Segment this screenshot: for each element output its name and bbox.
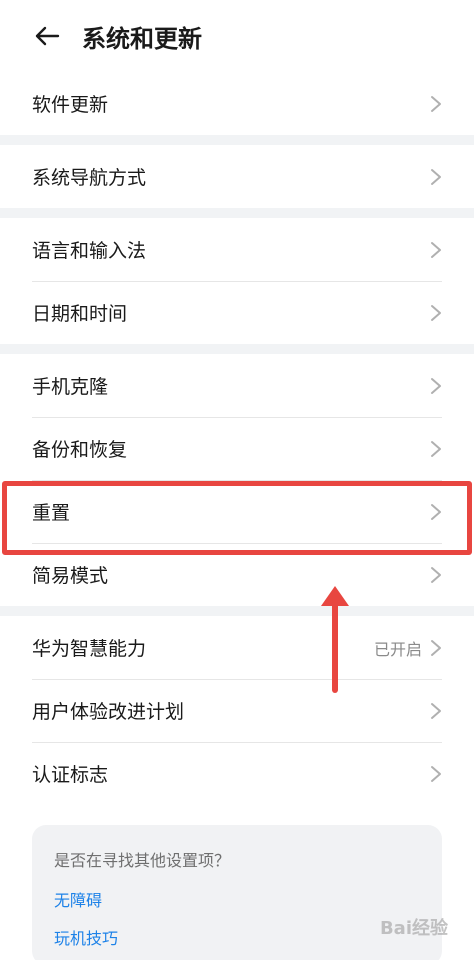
chevron-right-icon bbox=[430, 503, 442, 521]
chevron-right-icon bbox=[430, 702, 442, 720]
setting-label: 华为智慧能力 bbox=[32, 638, 147, 660]
settings-group-navigation: 系统导航方式 bbox=[0, 145, 474, 208]
suggestion-card: 是否在寻找其他设置项？ 无障碍 玩机技巧 bbox=[32, 825, 442, 960]
setting-simple-mode[interactable]: 简易模式 bbox=[0, 543, 474, 606]
setting-backup-restore[interactable]: 备份和恢复 bbox=[0, 417, 474, 480]
chevron-right-icon bbox=[430, 765, 442, 783]
setting-label: 日期和时间 bbox=[32, 303, 128, 325]
chevron-right-icon bbox=[430, 168, 442, 186]
chevron-right-icon bbox=[430, 639, 442, 657]
setting-label: 软件更新 bbox=[32, 94, 109, 116]
setting-label: 语言和输入法 bbox=[32, 240, 147, 262]
setting-label: 用户体验改进计划 bbox=[32, 701, 185, 723]
chevron-right-icon bbox=[430, 304, 442, 322]
setting-certification[interactable]: 认证标志 bbox=[0, 742, 474, 805]
setting-label: 简易模式 bbox=[32, 565, 109, 587]
setting-language-input[interactable]: 语言和输入法 bbox=[0, 218, 474, 281]
status-value: 已开启 bbox=[373, 639, 422, 659]
setting-label: 认证标志 bbox=[32, 764, 109, 786]
setting-reset[interactable]: 重置 bbox=[0, 480, 474, 543]
setting-phone-clone[interactable]: 手机克隆 bbox=[0, 354, 474, 417]
setting-system-navigation[interactable]: 系统导航方式 bbox=[0, 145, 474, 208]
suggestion-section: 是否在寻找其他设置项？ 无障碍 玩机技巧 bbox=[0, 805, 474, 960]
back-arrow-icon bbox=[35, 26, 60, 46]
setting-user-experience[interactable]: 用户体验改进计划 bbox=[0, 679, 474, 742]
page-title: 系统和更新 bbox=[82, 24, 202, 53]
back-button[interactable] bbox=[30, 19, 64, 53]
setting-label: 备份和恢复 bbox=[32, 439, 128, 461]
setting-label: 系统导航方式 bbox=[32, 167, 147, 189]
link-phone-tips[interactable]: 玩机技巧 bbox=[54, 925, 420, 949]
settings-group-update: 软件更新 bbox=[0, 72, 474, 135]
chevron-right-icon bbox=[430, 95, 442, 113]
settings-group-language: 语言和输入法 日期和时间 bbox=[0, 218, 474, 344]
chevron-right-icon bbox=[430, 241, 442, 259]
setting-label: 重置 bbox=[32, 502, 71, 524]
link-accessibility[interactable]: 无障碍 bbox=[54, 887, 420, 911]
settings-group-other: 华为智慧能力 已开启 用户体验改进计划 认证标志 bbox=[0, 616, 474, 805]
chevron-right-icon bbox=[430, 377, 442, 395]
setting-huawei-assistant[interactable]: 华为智慧能力 已开启 bbox=[0, 616, 474, 679]
settings-group-backup: 手机克隆 备份和恢复 重置 简易模式 bbox=[0, 354, 474, 606]
setting-label: 手机克隆 bbox=[32, 376, 109, 398]
chevron-right-icon bbox=[430, 440, 442, 458]
suggestion-title: 是否在寻找其他设置项？ bbox=[54, 851, 231, 870]
setting-software-update[interactable]: 软件更新 bbox=[0, 72, 474, 135]
app-header: 系统和更新 bbox=[0, 0, 474, 72]
chevron-right-icon bbox=[430, 566, 442, 584]
setting-date-time[interactable]: 日期和时间 bbox=[0, 281, 474, 344]
